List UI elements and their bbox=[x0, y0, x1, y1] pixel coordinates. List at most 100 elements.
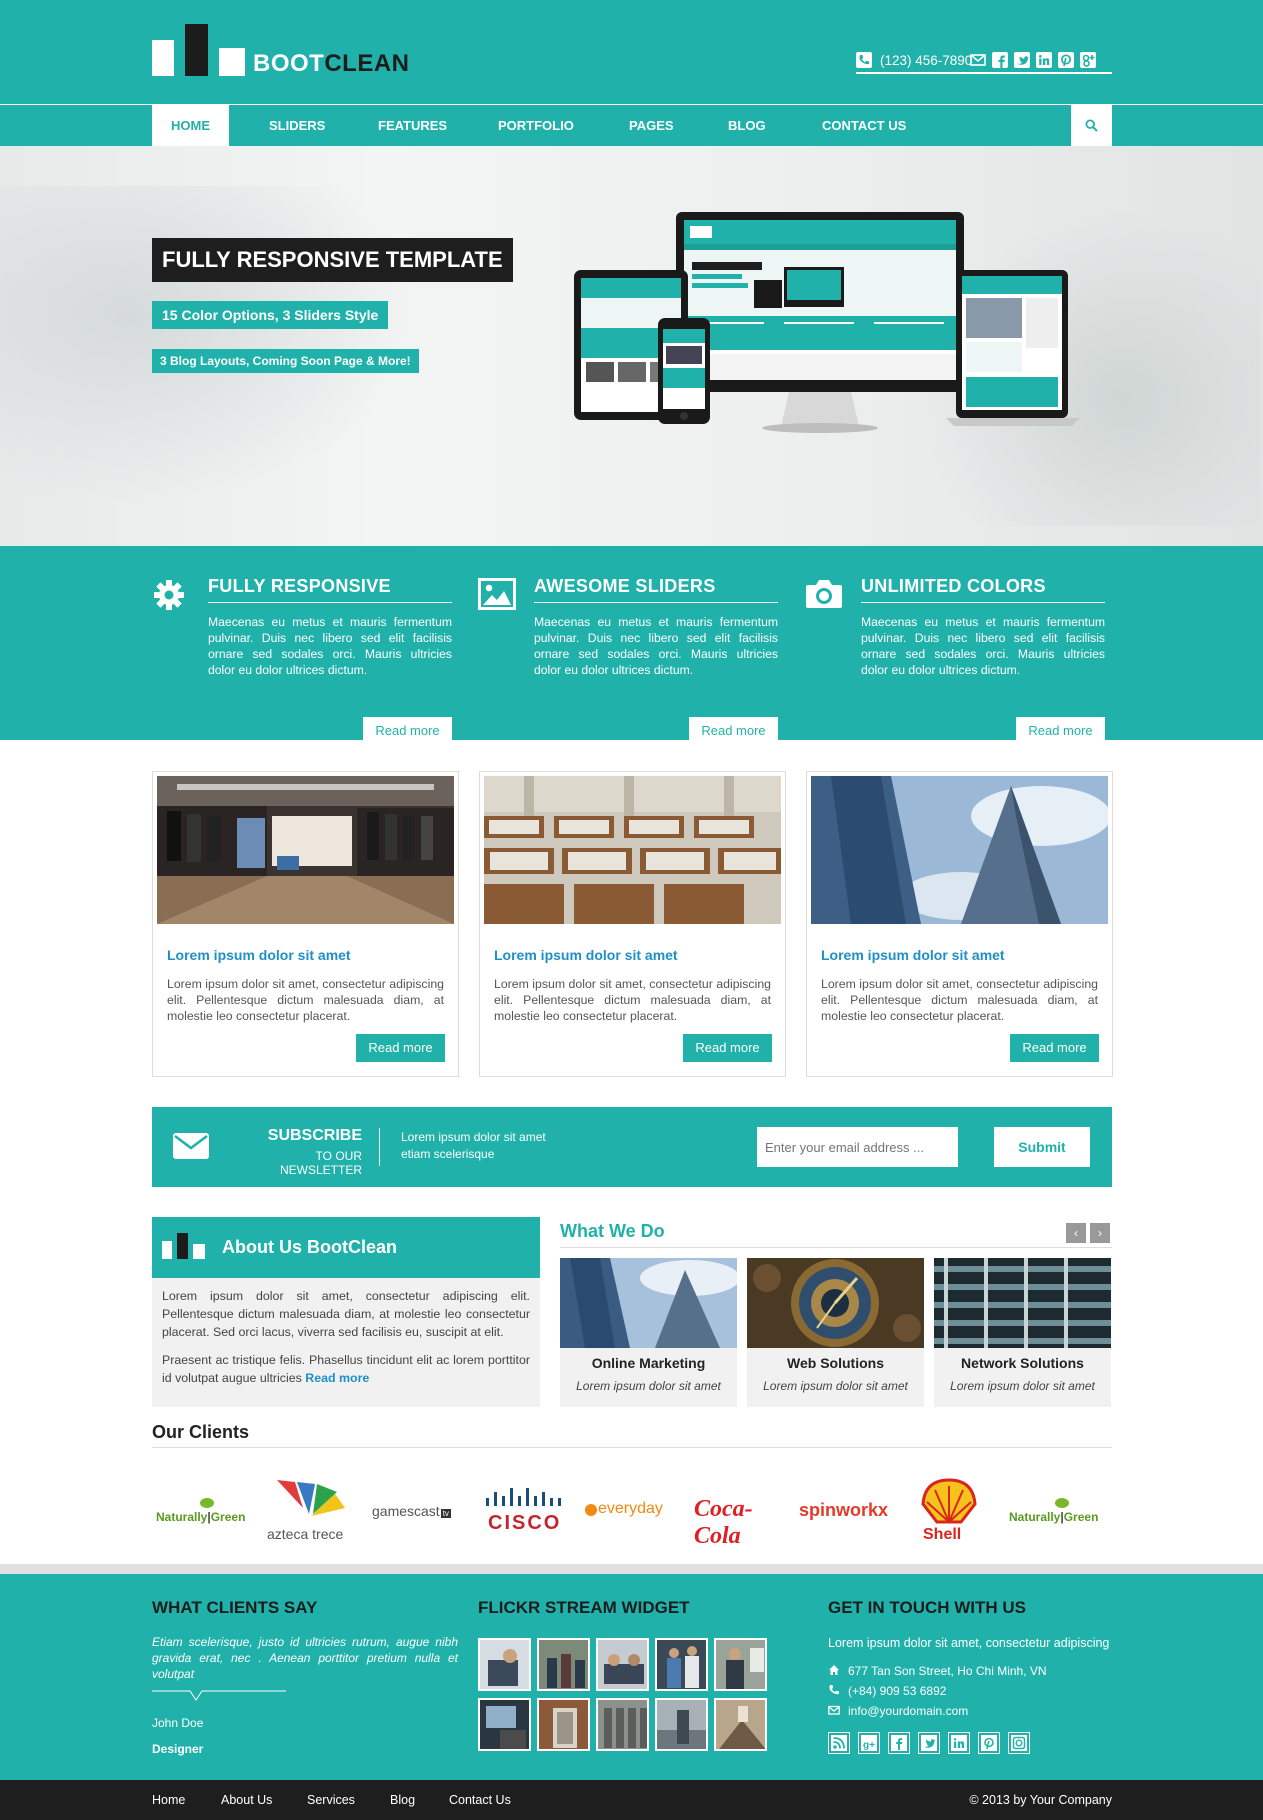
azteca-mark bbox=[277, 1480, 345, 1516]
service-text: Lorem ipsum dolor sit amet bbox=[763, 1379, 908, 1393]
contact-email[interactable]: info@yourdomain.com bbox=[828, 1704, 968, 1718]
gear-icon bbox=[152, 578, 192, 612]
testimonial-role: Designer bbox=[152, 1742, 204, 1756]
nav-portfolio[interactable]: PORTFOLIO bbox=[498, 105, 574, 147]
twitter-icon[interactable] bbox=[1014, 52, 1030, 68]
site-footer: WHAT CLIENTS SAY Etiam scelerisque, just… bbox=[0, 1574, 1263, 1780]
card-title[interactable]: Lorem ipsum dolor sit amet bbox=[167, 947, 351, 963]
client-logo-text: gamescast tv bbox=[372, 1503, 451, 1519]
submit-button[interactable]: Submit bbox=[994, 1127, 1090, 1167]
footer-link-about-us[interactable]: About Us bbox=[221, 1793, 272, 1807]
client-logo-naturally-green[interactable]: Naturally|Green bbox=[1005, 1470, 1112, 1550]
contact-phone: (+84) 909 53 6892 bbox=[828, 1684, 946, 1698]
facebook-icon[interactable] bbox=[992, 52, 1008, 68]
service-card[interactable]: Network Solutions Lorem ipsum dolor sit … bbox=[934, 1258, 1111, 1407]
flickr-thumbnail[interactable] bbox=[714, 1638, 767, 1691]
site-header: BOOTCLEAN (123) 456-7890 HOME SLIDERS FE… bbox=[0, 0, 1263, 147]
client-logo-naturally-green[interactable]: Naturally|Green bbox=[152, 1470, 257, 1550]
logo[interactable]: BOOTCLEAN bbox=[152, 20, 412, 77]
read-more-button[interactable]: Read more bbox=[363, 717, 452, 744]
instagram-icon[interactable] bbox=[1008, 1732, 1030, 1754]
everyday-dot-icon bbox=[585, 1504, 597, 1516]
copyright: © 2013 by Your Company bbox=[969, 1793, 1112, 1807]
card-text: Lorem ipsum dolor sit amet, consectetur … bbox=[821, 977, 1098, 1023]
features-section: FULLY RESPONSIVE Maecenas eu metus et ma… bbox=[0, 546, 1263, 744]
email-icon[interactable] bbox=[970, 52, 986, 68]
google-plus-icon[interactable]: g+ bbox=[858, 1732, 880, 1754]
card-title[interactable]: Lorem ipsum dolor sit amet bbox=[494, 947, 678, 963]
footer-heading: GET IN TOUCH WITH US bbox=[828, 1598, 1027, 1617]
footer-link-home[interactable]: Home bbox=[152, 1793, 185, 1807]
rss-icon[interactable] bbox=[828, 1732, 850, 1754]
email-icon bbox=[828, 1704, 840, 1716]
nav-pages[interactable]: PAGES bbox=[629, 105, 674, 147]
client-logo-gamescast[interactable]: gamescast tv bbox=[370, 1470, 468, 1550]
client-logo-cisco[interactable]: CISCO bbox=[478, 1470, 570, 1550]
feature-text: Maecenas eu metus et mauris fermentum pu… bbox=[861, 615, 1105, 677]
service-card[interactable]: Online Marketing Lorem ipsum dolor sit a… bbox=[560, 1258, 737, 1407]
svg-text:g+: g+ bbox=[863, 1740, 875, 1751]
footer-link-services[interactable]: Services bbox=[307, 1793, 355, 1807]
nav-blog[interactable]: BLOG bbox=[728, 105, 766, 147]
pinterest-icon[interactable] bbox=[978, 1732, 1000, 1754]
newsletter-text-line: Lorem ipsum dolor sit amet bbox=[401, 1130, 546, 1144]
camera-icon bbox=[805, 578, 845, 612]
divider bbox=[560, 1247, 1112, 1248]
service-card[interactable]: Web Solutions Lorem ipsum dolor sit amet bbox=[747, 1258, 924, 1407]
flickr-thumbnail[interactable] bbox=[596, 1638, 649, 1691]
nav-contact-us[interactable]: CONTACT US bbox=[822, 105, 906, 147]
about-box: About Us BootClean Lorem ipsum dolor sit… bbox=[152, 1217, 540, 1407]
flickr-thumbnail[interactable] bbox=[537, 1698, 590, 1751]
flickr-thumbnail[interactable] bbox=[478, 1698, 531, 1751]
nav-sliders[interactable]: SLIDERS bbox=[269, 105, 325, 147]
read-more-button[interactable]: Read more bbox=[683, 1034, 772, 1062]
email-input[interactable] bbox=[757, 1127, 958, 1167]
spacer bbox=[960, 1127, 994, 1167]
linkedin-icon[interactable] bbox=[948, 1732, 970, 1754]
facebook-icon[interactable] bbox=[888, 1732, 910, 1754]
footer-heading: FLICKR STREAM WIDGET bbox=[478, 1598, 690, 1617]
flickr-thumbnail[interactable] bbox=[655, 1698, 708, 1751]
client-logo-text: spinworkx bbox=[799, 1500, 889, 1520]
card-title[interactable]: Lorem ipsum dolor sit amet bbox=[821, 947, 1005, 963]
skyscrapers-image bbox=[811, 776, 1108, 924]
search-button[interactable] bbox=[1071, 105, 1112, 147]
nav-home[interactable]: HOME bbox=[152, 105, 229, 147]
pinterest-icon[interactable] bbox=[1058, 52, 1074, 68]
client-logo-shell[interactable]: Shell bbox=[915, 1470, 985, 1550]
read-more-button[interactable]: Read more bbox=[1010, 1034, 1099, 1062]
flickr-thumbnail[interactable] bbox=[655, 1638, 708, 1691]
read-more-button[interactable]: Read more bbox=[689, 717, 778, 744]
carousel-next-button[interactable]: › bbox=[1090, 1223, 1110, 1243]
hero-subheading: 15 Color Options, 3 Sliders Style bbox=[152, 301, 389, 329]
phone-icon bbox=[828, 1684, 840, 1696]
twitter-icon[interactable] bbox=[918, 1732, 940, 1754]
nav-features[interactable]: FEATURES bbox=[378, 105, 447, 147]
read-more-button[interactable]: Read more bbox=[1016, 717, 1105, 744]
about-text: Lorem ipsum dolor sit amet, consectetur … bbox=[162, 1289, 530, 1339]
footer-heading: WHAT CLIENTS SAY bbox=[152, 1598, 318, 1617]
devices-mockup-image bbox=[574, 212, 1084, 462]
leaf-icon bbox=[200, 1498, 214, 1508]
client-logo-azteca-trece[interactable]: azteca trece bbox=[265, 1470, 360, 1550]
hero-slider[interactable]: FULLY RESPONSIVE TEMPLATE 15 Color Optio… bbox=[0, 146, 1263, 546]
blog-card: Lorem ipsum dolor sit amet Lorem ipsum d… bbox=[479, 771, 786, 1077]
flickr-thumbnail[interactable] bbox=[478, 1638, 531, 1691]
footer-link-contact-us[interactable]: Contact Us bbox=[449, 1793, 511, 1807]
read-more-button[interactable]: Read more bbox=[356, 1034, 445, 1062]
flickr-thumbnail[interactable] bbox=[596, 1698, 649, 1751]
phone-icon bbox=[856, 52, 872, 68]
google-plus-icon[interactable] bbox=[1080, 52, 1096, 68]
linkedin-icon[interactable] bbox=[1036, 52, 1052, 68]
flickr-thumbnail[interactable] bbox=[537, 1638, 590, 1691]
service-text: Lorem ipsum dolor sit amet bbox=[576, 1379, 721, 1393]
client-logo-spinworkx[interactable]: spinworkx bbox=[797, 1470, 897, 1550]
service-text: Lorem ipsum dolor sit amet bbox=[950, 1379, 1095, 1393]
client-logo-everyday[interactable]: everyday bbox=[583, 1470, 683, 1550]
blog-card: Lorem ipsum dolor sit amet Lorem ipsum d… bbox=[152, 771, 459, 1077]
footer-link-blog[interactable]: Blog bbox=[390, 1793, 415, 1807]
client-logo-coca-cola[interactable]: Coca-Cola bbox=[692, 1470, 782, 1550]
read-more-link[interactable]: Read more bbox=[305, 1371, 369, 1385]
carousel-prev-button[interactable]: ‹ bbox=[1066, 1223, 1086, 1243]
flickr-thumbnail[interactable] bbox=[714, 1698, 767, 1751]
